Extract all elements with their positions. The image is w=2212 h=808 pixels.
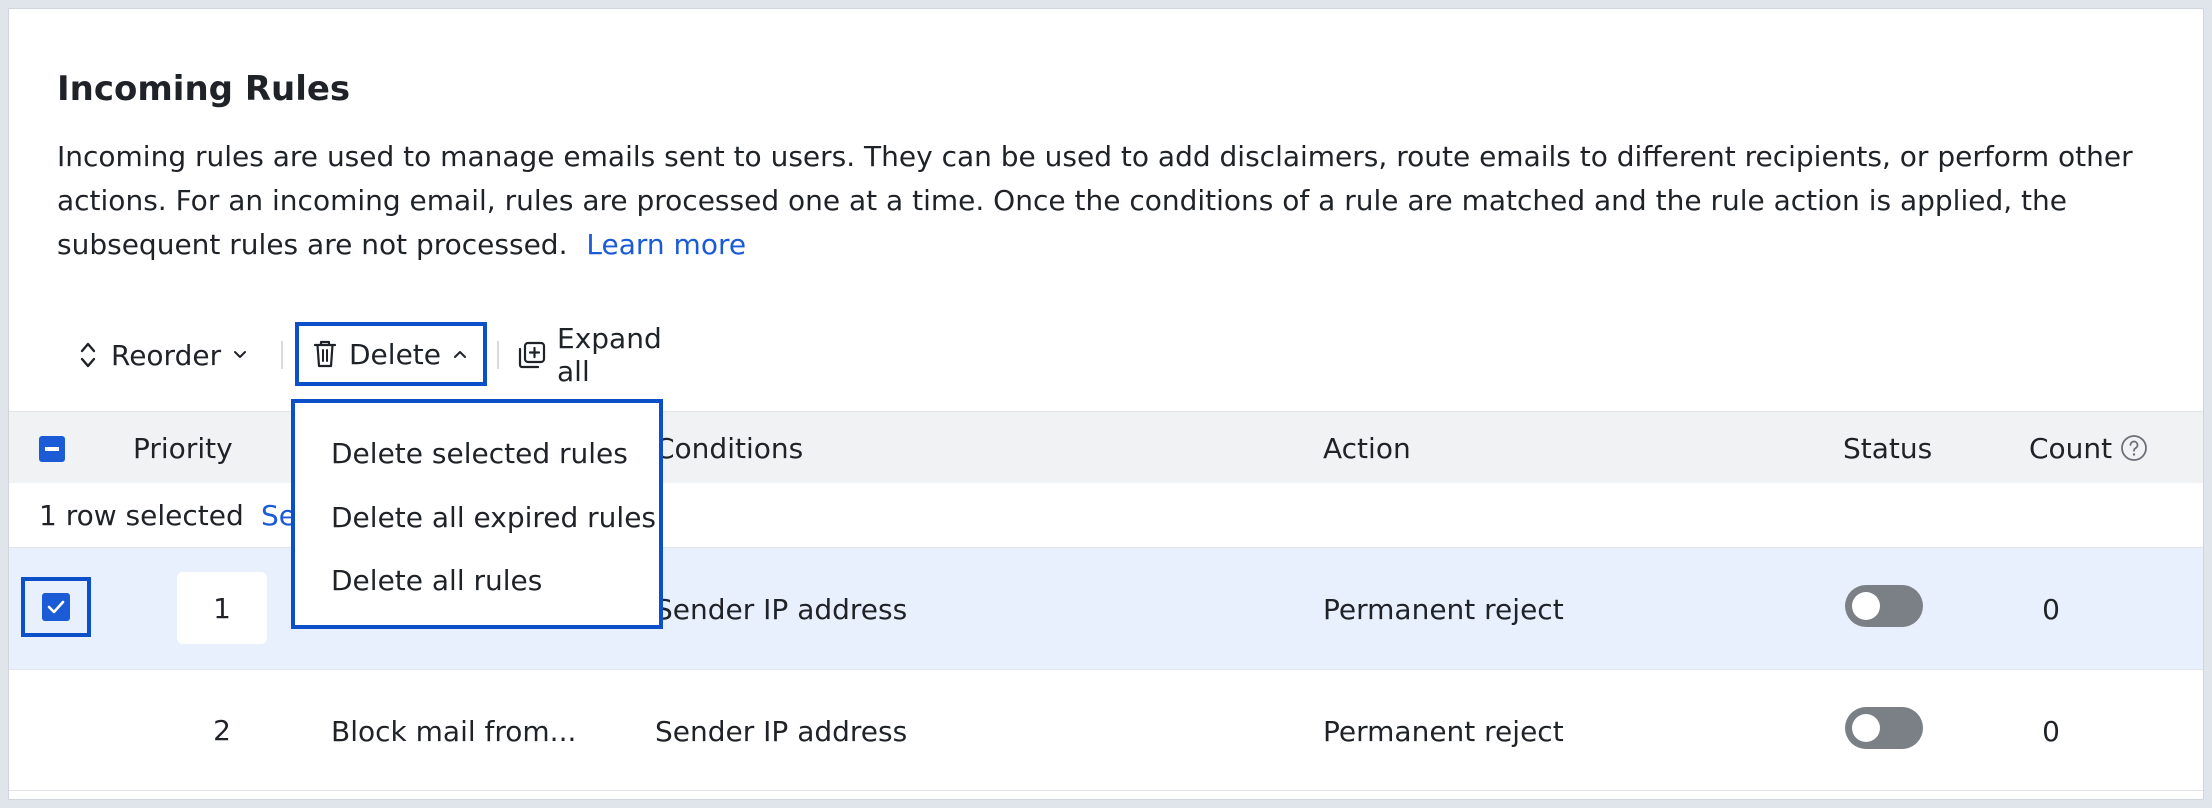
header-status: Status [1843,431,1933,465]
table-row[interactable]: 2 Block mail from... Sender IP address P… [9,669,2203,792]
header-priority[interactable]: Priority [133,412,233,484]
toolbar-divider [281,341,283,369]
learn-more-link[interactable]: Learn more [586,228,746,261]
rule-count: 0 [2042,592,2060,626]
rule-count: 0 [2042,714,2060,748]
priority-value: 2 [213,713,231,747]
selection-count: 1 row selected [39,498,244,532]
menu-item-delete-expired[interactable]: Delete all expired rules [331,497,656,537]
menu-item-delete-selected[interactable]: Delete selected rules [331,433,628,473]
select-all-checkbox[interactable] [39,436,65,462]
rule-conditions: Sender IP address [655,714,908,748]
expand-all-button[interactable]: Expand all [517,322,662,388]
page-description: Incoming rules are used to manage emails… [57,135,2177,267]
delete-dropdown-menu: Delete selected rules Delete all expired… [291,399,663,629]
header-count-label: Count [2029,431,2113,465]
expand-all-label: Expand all [557,322,662,388]
toggle-knob [1852,592,1880,620]
delete-button[interactable]: Delete [295,322,487,386]
header-action: Action [1323,431,1411,465]
trash-icon [313,340,337,368]
page-title: Incoming Rules [57,69,351,109]
toggle-knob [1852,714,1880,742]
delete-label: Delete [349,337,441,371]
header-conditions: Conditions [655,431,804,465]
rule-action: Permanent reject [1323,592,1564,626]
rule-action: Permanent reject [1323,714,1564,748]
header-count: Count [2029,412,2148,484]
row-checkbox[interactable] [21,577,91,637]
sort-up-down-icon [80,342,96,368]
check-icon [42,593,70,621]
incoming-rules-panel: Incoming Rules Incoming rules are used t… [8,8,2204,800]
expand-plus-icon [518,341,546,369]
priority-input[interactable]: 1 [177,572,267,644]
question-circle-icon[interactable] [2120,434,2148,462]
status-toggle[interactable] [1845,707,1923,749]
chevron-up-icon [454,351,466,358]
menu-item-delete-all[interactable]: Delete all rules [331,560,542,600]
reorder-label: Reorder [111,338,222,372]
toolbar-divider [497,341,499,369]
reorder-button[interactable]: Reorder [79,327,247,383]
description-text: Incoming rules are used to manage emails… [57,140,2133,261]
status-toggle[interactable] [1845,585,1923,627]
chevron-down-icon [234,351,247,358]
rule-name[interactable]: Block mail from... [331,670,576,792]
rule-conditions: Sender IP address [655,592,908,626]
